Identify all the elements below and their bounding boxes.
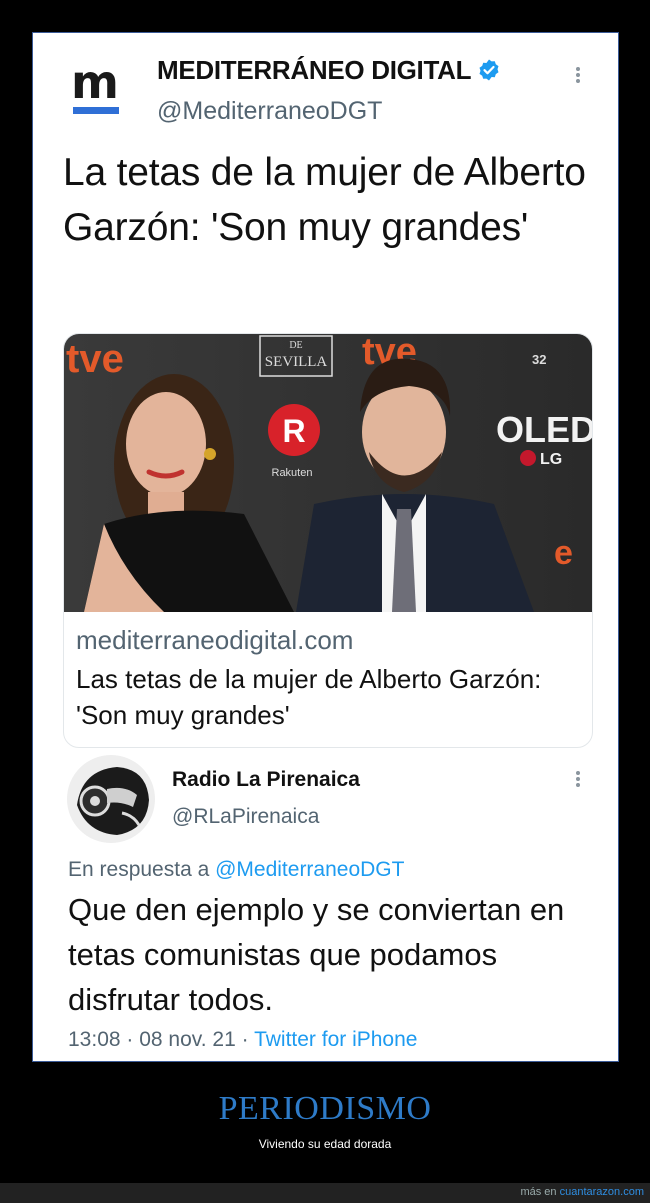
photo-text-sevilla: SEVILLA: [265, 354, 328, 370]
mediterraneo-logo-avatar[interactable]: m: [67, 59, 125, 115]
photo-text-32: 32: [532, 352, 546, 367]
bottom-bar: más en cuantarazon.com: [0, 1183, 650, 1203]
reply-to-handle-link[interactable]: @MediterraneoDGT: [215, 858, 404, 881]
verified-badge-icon: [479, 59, 499, 81]
photo-text-oled: OLED: [496, 409, 592, 450]
watermark-prefix: más en: [520, 1186, 560, 1198]
photo-text-tve-left: tve: [66, 337, 124, 381]
photo-text-rakuten: Rakuten: [272, 467, 313, 479]
svg-text:e: e: [554, 534, 573, 572]
tweet-source-link[interactable]: Twitter for iPhone: [254, 1028, 417, 1051]
logo-letter: m: [71, 55, 119, 109]
tweet2-text: Que den ejemplo y se conviertan en tetas…: [68, 892, 565, 1017]
link-preview-card[interactable]: tve DE SEVILLA tve 32 R Rakuten OLED LG …: [63, 333, 593, 748]
tweet1-handle[interactable]: @MediterraneoDGT: [157, 97, 382, 126]
radio-pirenaica-avatar[interactable]: [67, 755, 155, 843]
logo-bar: [73, 107, 119, 114]
card-domain: mediterraneodigital.com: [76, 625, 354, 655]
card-title: Las tetas de la mujer de Alberto Garzón:…: [76, 664, 542, 730]
meme-frame: m MEDITERRÁNEO DIGITAL @MediterraneoDGT …: [32, 32, 619, 1062]
meta-separator: ·: [235, 1028, 255, 1051]
more-options-icon[interactable]: [576, 769, 580, 789]
tweet-time[interactable]: 13:08: [68, 1028, 121, 1051]
reply-prefix: En respuesta a: [68, 858, 216, 881]
meme-caption-subtitle: Viviendo su edad dorada: [258, 1137, 392, 1151]
watermark: más en cuantarazon.com: [520, 1186, 644, 1198]
red-carpet-photo: tve DE SEVILLA tve 32 R Rakuten OLED LG …: [64, 334, 592, 612]
avatar-image: [67, 755, 155, 843]
watermark-site-link[interactable]: cuantarazon.com: [560, 1186, 644, 1198]
tweet-screenshot: m MEDITERRÁNEO DIGITAL @MediterraneoDGT …: [35, 35, 616, 1059]
photo-text-lg: LG: [540, 451, 562, 468]
tweet2-handle[interactable]: @RLaPirenaica: [172, 805, 319, 829]
meme-caption-title: PERIODISMO: [218, 1090, 432, 1127]
tweet1-author-name[interactable]: MEDITERRÁNEO DIGITAL: [157, 55, 501, 86]
reply-to-line: En respuesta a @MediterraneoDGT: [68, 858, 404, 882]
meta-separator: ·: [120, 1028, 140, 1051]
tweet1-text: La tetas de la mujer de Alberto Garzón: …: [63, 151, 586, 249]
author-name-text: MEDITERRÁNEO DIGITAL: [157, 55, 472, 85]
photo-text-r: R: [282, 413, 305, 449]
photo-text-de: DE: [289, 340, 302, 351]
tweet-date[interactable]: 08 nov. 21: [139, 1028, 236, 1051]
tweet-metadata: 13:08 · 08 nov. 21 · Twitter for iPhone: [68, 1028, 417, 1052]
more-options-icon[interactable]: [576, 65, 580, 85]
tweet2-author-name[interactable]: Radio La Pirenaica: [172, 768, 360, 792]
